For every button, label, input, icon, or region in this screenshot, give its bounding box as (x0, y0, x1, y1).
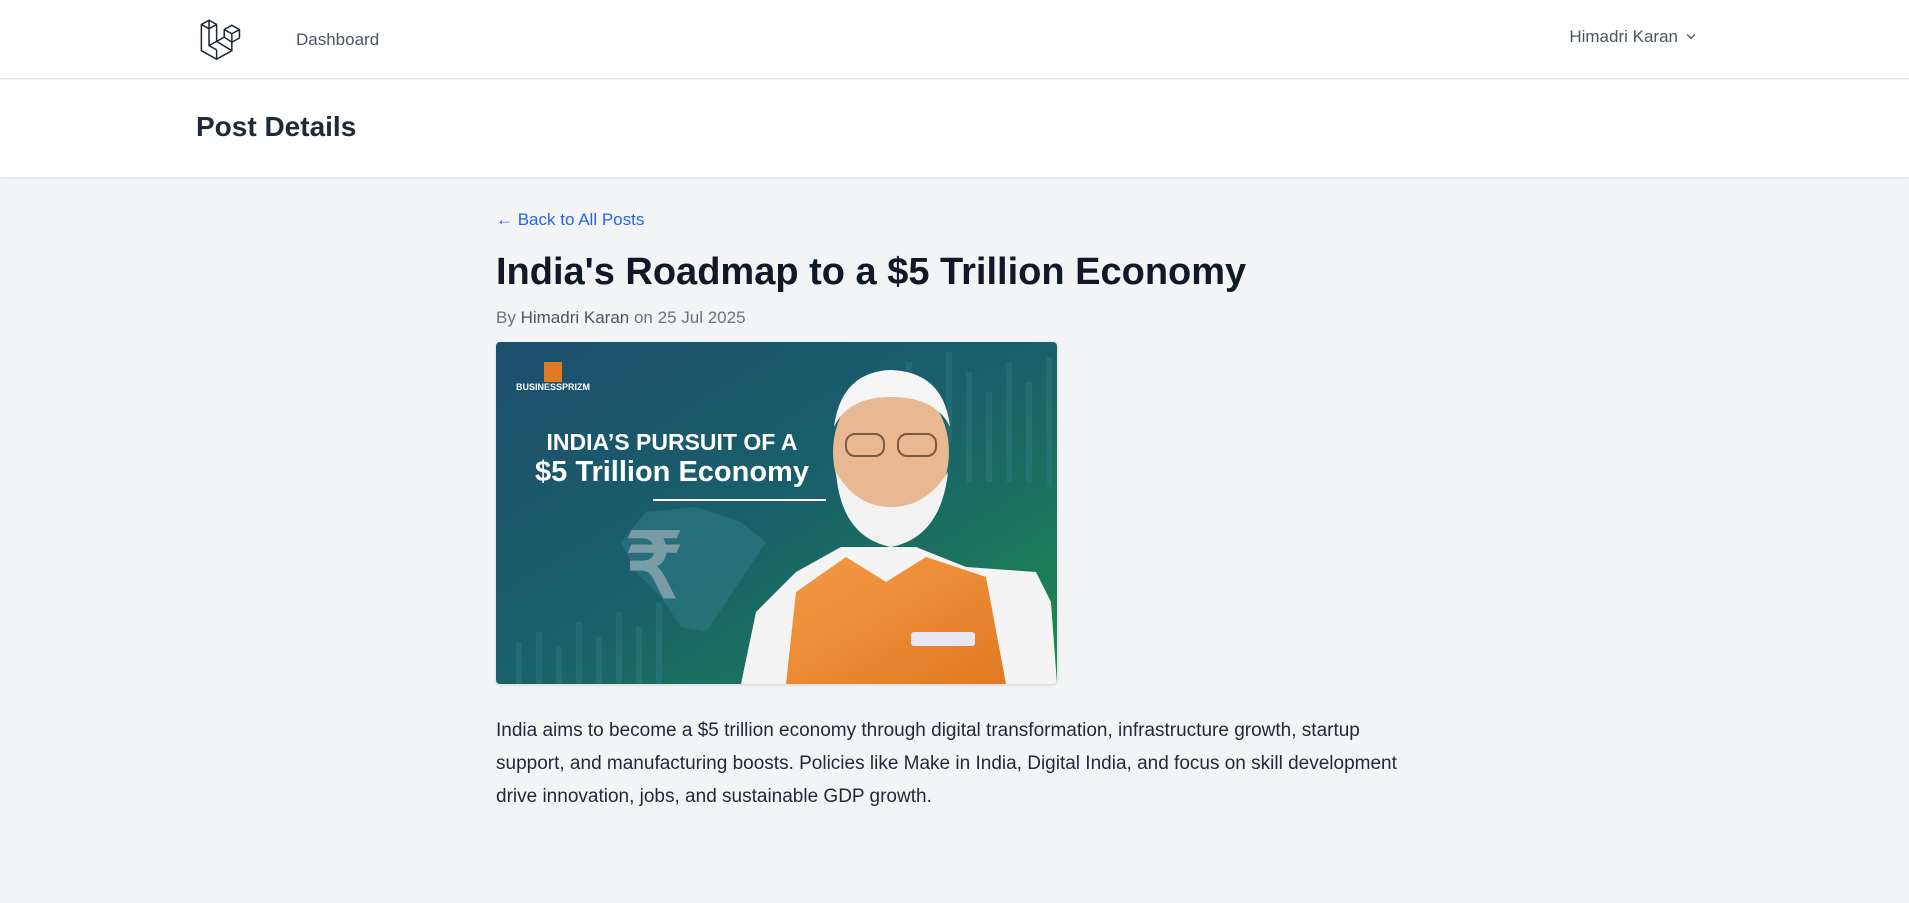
post-body: India aims to become a $5 trillion econo… (496, 719, 1397, 807)
page-header: Post Details (0, 80, 1909, 177)
post-author: Himadri Karan (520, 307, 630, 327)
chevron-down-icon (1686, 34, 1696, 40)
svg-text:₹: ₹ (625, 517, 682, 617)
back-to-posts-link[interactable]: ← Back to All Posts (496, 210, 644, 230)
svg-text:BUSINESSPRIZM: BUSINESSPRIZM (516, 382, 590, 392)
user-name: Himadri Karan (1569, 27, 1678, 46)
post-meta: By Himadri Karan on 25 Jul 2025 (496, 308, 1426, 328)
post-featured-image: BUSINESSPRIZM INDIA’S PURSUIT OF A $5 Tr… (496, 341, 1057, 684)
post-title: India's Roadmap to a $5 Trillion Economy (496, 251, 1247, 293)
svg-text:$5 Trillion Economy: $5 Trillion Economy (535, 456, 809, 488)
meta-prefix: By (496, 307, 516, 327)
user-menu-dropdown[interactable]: Himadri Karan (1569, 27, 1698, 47)
laravel-logo-icon[interactable] (198, 16, 242, 60)
page-title: Post Details (196, 111, 357, 142)
post-date: 25 Jul 2025 (657, 307, 746, 327)
top-navigation: Dashboard Himadri Karan (0, 0, 1909, 79)
post-content: ← Back to All Posts India's Roadmap to a… (496, 210, 1426, 813)
meta-on: on (633, 307, 653, 327)
svg-text:INDIA’S PURSUIT OF A: INDIA’S PURSUIT OF A (547, 429, 798, 455)
nav-link-dashboard[interactable]: Dashboard (296, 30, 379, 50)
